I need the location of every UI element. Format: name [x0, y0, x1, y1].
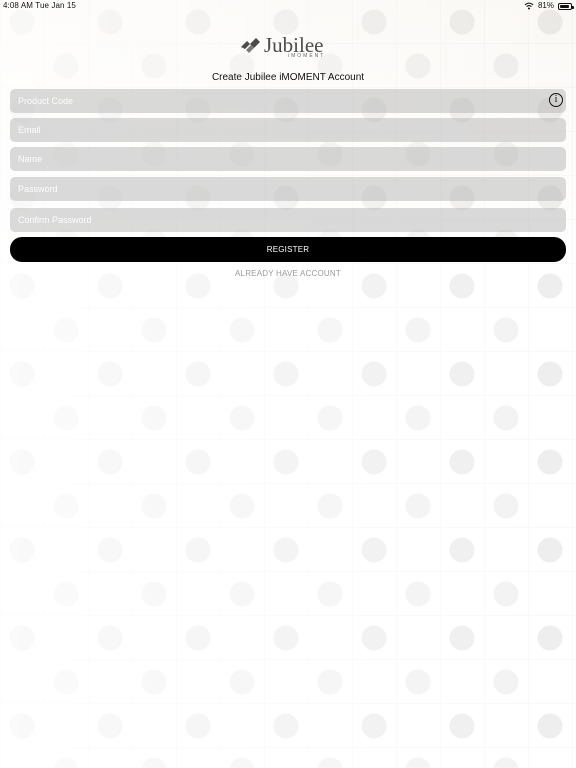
already-have-account-link[interactable]: ALREADY HAVE ACCOUNT	[0, 269, 576, 278]
product-code-input[interactable]	[10, 89, 566, 113]
registration-screen: Jubilee iMOMENT Create Jubilee iMOMENT A…	[0, 0, 576, 768]
password-input[interactable]	[10, 177, 566, 201]
product-code-field-container: i	[10, 89, 566, 113]
battery-fill	[560, 4, 569, 8]
status-date: Tue Jan 15	[35, 1, 76, 10]
wifi-icon	[524, 2, 534, 10]
email-field-container	[10, 118, 566, 142]
email-input[interactable]	[10, 118, 566, 142]
jubilee-logo: Jubilee iMOMENT	[238, 33, 338, 63]
logo-subtext: iMOMENT	[288, 53, 326, 59]
name-field-container	[10, 147, 566, 171]
status-bar: 4:08 AM Tue Jan 15 81%	[0, 0, 576, 12]
password-field-container	[10, 177, 566, 201]
status-indicators: 81%	[524, 0, 574, 12]
page-title: Create Jubilee iMOMENT Account	[211, 72, 365, 83]
battery-icon	[558, 2, 574, 10]
confirm-password-field-container	[10, 208, 566, 232]
info-icon[interactable]: i	[549, 93, 563, 107]
register-button[interactable]: REGISTER	[10, 237, 566, 262]
status-time-date: 4:08 AM Tue Jan 15	[3, 0, 76, 12]
battery-percentage: 81%	[537, 1, 554, 10]
jubilee-logo-icon	[241, 38, 260, 53]
confirm-password-input[interactable]	[10, 208, 566, 232]
name-input[interactable]	[10, 147, 566, 171]
status-time: 4:08 AM	[3, 1, 34, 10]
